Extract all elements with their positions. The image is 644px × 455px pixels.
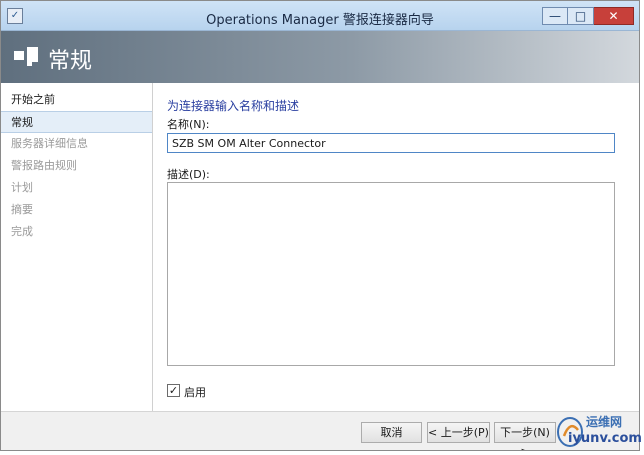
- wizard-step-icon: [14, 47, 38, 66]
- nav-step-2[interactable]: 服务器详细信息: [1, 133, 152, 155]
- description-label: 描述(D):: [167, 168, 210, 181]
- wizard-window: ✓ Operations Manager 警报连接器向导 — □ ✕ 常规 开始…: [0, 0, 640, 451]
- name-label: 名称(N):: [167, 118, 210, 131]
- maximize-button[interactable]: □: [568, 7, 594, 25]
- nav-step-6[interactable]: 完成: [1, 221, 152, 243]
- section-title: 为连接器输入名称和描述: [167, 99, 300, 113]
- wizard-body: 开始之前 常规 服务器详细信息 警报路由规则 计划 摘要 完成 为连接器输入名称和描述 名称…: [1, 83, 639, 411]
- nav-step-5[interactable]: 摘要: [1, 199, 152, 221]
- watermark-url: iyunv.com: [568, 431, 642, 446]
- enable-label: 启用: [184, 386, 206, 399]
- title-bar[interactable]: ✓ Operations Manager 警报连接器向导 — □ ✕: [1, 1, 639, 31]
- watermark-text: 运维网: [586, 415, 623, 429]
- nav-step-0[interactable]: 开始之前: [1, 89, 152, 111]
- nav-step-3[interactable]: 警报路由规则: [1, 155, 152, 177]
- previous-button[interactable]: < 上一步(P): [427, 422, 490, 443]
- nav-step-4[interactable]: 计划: [1, 177, 152, 199]
- close-button[interactable]: ✕: [594, 7, 634, 25]
- page-title: 常规: [48, 49, 93, 74]
- description-textarea[interactable]: [167, 182, 615, 366]
- enable-checkbox[interactable]: ✓: [167, 384, 180, 397]
- nav-step-1[interactable]: 常规: [1, 111, 152, 133]
- wizard-steps-nav: 开始之前 常规 服务器详细信息 警报路由规则 计划 摘要 完成: [1, 83, 153, 411]
- name-input[interactable]: [167, 133, 615, 153]
- wizard-footer: 取消 < 上一步(P) 下一步(N) >: [1, 411, 639, 450]
- wizard-content: 为连接器输入名称和描述 名称(N): 描述(D): ✓ 启用: [167, 83, 621, 411]
- cancel-button[interactable]: 取消: [361, 422, 422, 443]
- minimize-button[interactable]: —: [542, 7, 568, 25]
- next-button[interactable]: 下一步(N) >: [494, 422, 556, 450]
- page-header: 常规: [1, 31, 639, 83]
